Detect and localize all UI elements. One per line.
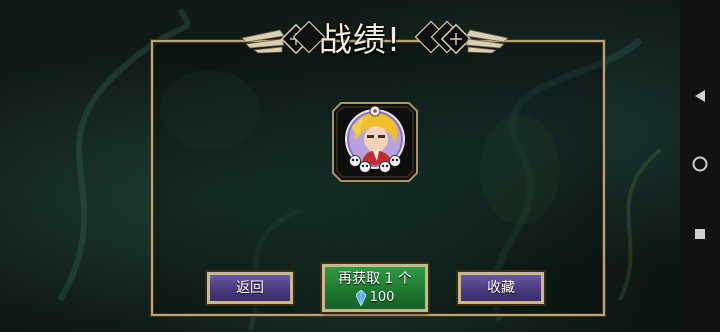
circle-home-icon[interactable] — [690, 154, 710, 174]
back-button[interactable]: 返回 — [207, 272, 293, 304]
left-wing-ornament — [241, 29, 285, 54]
system-nav-bar — [680, 0, 720, 332]
retry-button[interactable]: 再获取 1 个 100 — [322, 264, 428, 312]
character-portrait-icon[interactable] — [329, 97, 421, 187]
retry-cost-value: 100 — [369, 290, 395, 305]
battle-record-screen: 战绩! 返回 再获取 1 个 100 收藏 — [0, 0, 720, 332]
right-wing-ornament — [465, 29, 509, 54]
retry-label: 再获取 1 个 — [338, 271, 412, 287]
favorite-button[interactable]: 收藏 — [458, 272, 544, 304]
triangle-back-icon[interactable] — [690, 86, 710, 106]
page-title: 战绩! — [318, 20, 402, 59]
square-recent-icon[interactable] — [690, 224, 710, 244]
blue-crystal-icon — [355, 290, 366, 306]
retry-cost: 100 — [325, 289, 425, 307]
